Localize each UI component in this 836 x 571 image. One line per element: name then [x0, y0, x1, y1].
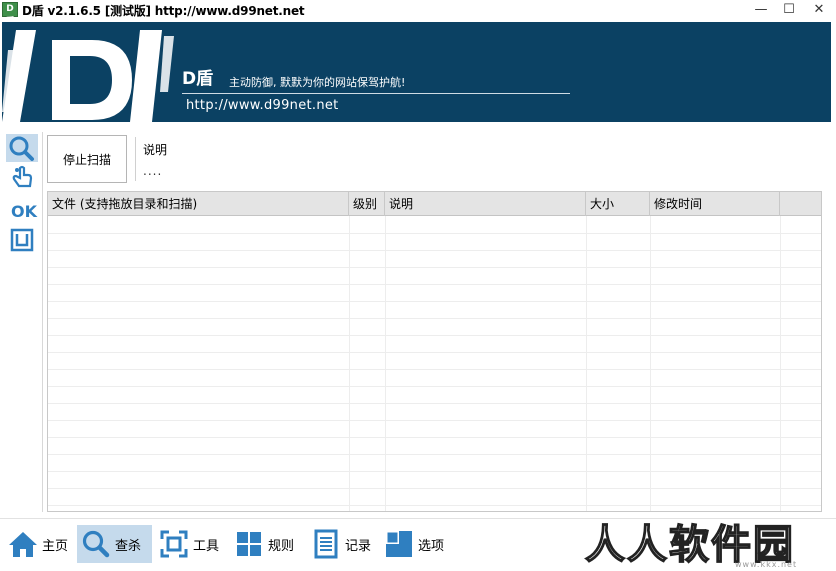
grid-row-line	[48, 437, 821, 438]
nav-item-tools[interactable]: 工具	[155, 525, 223, 563]
nav-item-label: 主页	[42, 538, 69, 554]
grid-row-line	[48, 284, 821, 285]
banner: D盾 主动防御, 默默为你的网站保驾护航! http://www.d99net.…	[2, 22, 831, 122]
tools-icon	[160, 530, 188, 558]
left-tool-hand[interactable]	[6, 164, 38, 192]
scan-icon	[9, 136, 34, 161]
banner-url[interactable]: http://www.d99net.net	[186, 98, 339, 113]
grid-row-line	[48, 233, 821, 234]
column-header-description[interactable]: 说明	[385, 192, 586, 216]
nav-item-home[interactable]: 主页	[4, 525, 72, 563]
hand-icon	[12, 165, 33, 188]
nav-item-label: 记录	[345, 538, 372, 554]
grid-row-line	[48, 386, 821, 387]
left-tool-frame[interactable]	[6, 226, 38, 254]
grid-column-line	[349, 216, 350, 511]
nav-item-log[interactable]: 记录	[307, 525, 375, 563]
left-divider	[42, 132, 43, 512]
nav-item-scan[interactable]: 查杀	[77, 525, 152, 563]
watermark-url: www.kkx.net	[735, 560, 798, 569]
options-icon	[386, 531, 412, 557]
rules-icon	[237, 532, 261, 556]
left-tool-ok[interactable]: OK	[6, 196, 38, 224]
grid-column-line	[780, 216, 781, 511]
column-header-extra[interactable]	[780, 192, 821, 216]
grid-row-line	[48, 250, 821, 251]
d-shield-logo-icon	[2, 30, 174, 122]
description-value: ....	[143, 164, 163, 178]
column-header-file[interactable]: 文件 (支持拖放目录和扫描)	[48, 192, 349, 216]
ok-icon: OK	[11, 202, 38, 221]
banner-divider	[182, 93, 570, 94]
grid-row-line	[48, 318, 821, 319]
watermark-logo: 人人软件园 www.kkx.net	[584, 510, 835, 571]
nav-item-label: 查杀	[115, 538, 142, 554]
home-icon	[9, 532, 37, 557]
minimize-button[interactable]: —	[746, 0, 776, 20]
banner-slogan: 主动防御, 默默为你的网站保驾护航!	[229, 76, 406, 89]
log-icon	[314, 529, 338, 559]
grid-row-line	[48, 267, 821, 268]
grid-column-line	[650, 216, 651, 511]
ok-icon-label: OK	[11, 202, 38, 221]
nav-item-label: 选项	[418, 538, 445, 554]
grid-row-line	[48, 505, 821, 506]
grid-row-line	[48, 369, 821, 370]
left-tool-scan[interactable]	[6, 134, 38, 162]
maximize-button[interactable]: ☐	[774, 0, 804, 20]
grid-row-line	[48, 471, 821, 472]
grid-row-line	[48, 403, 821, 404]
grid-column-line	[385, 216, 386, 511]
grid-row-line	[48, 454, 821, 455]
app-icon: D盾	[2, 2, 18, 27]
grid-row-line	[48, 335, 821, 336]
scan-results-table[interactable]: 文件 (支持拖放目录和扫描) 级别 说明 大小 修改时间	[47, 191, 822, 512]
grid-row-line	[48, 488, 821, 489]
nav-item-rules[interactable]: 规则	[230, 525, 298, 563]
grid-row-line	[48, 420, 821, 421]
window-title: D盾 v2.1.6.5 [测试版] http://www.d99net.net	[22, 4, 305, 18]
nav-item-label: 工具	[193, 538, 220, 554]
grid-column-line	[586, 216, 587, 511]
description-label: 说明	[143, 143, 168, 157]
column-header-modified-time[interactable]: 修改时间	[650, 192, 780, 216]
nav-item-label: 规则	[268, 538, 295, 554]
frame-icon	[10, 228, 34, 252]
nav-item-options[interactable]: 选项	[380, 525, 448, 563]
table-header: 文件 (支持拖放目录和扫描) 级别 说明 大小 修改时间	[48, 192, 821, 216]
grid-row-line	[48, 352, 821, 353]
column-header-size[interactable]: 大小	[586, 192, 650, 216]
grid-row-line	[48, 301, 821, 302]
banner-brand: D盾	[182, 69, 214, 89]
description-divider	[135, 137, 136, 181]
search-icon	[82, 530, 110, 558]
stop-scan-button[interactable]: 停止扫描	[47, 135, 127, 183]
column-header-level[interactable]: 级别	[349, 192, 385, 216]
table-body	[48, 216, 821, 511]
title-bar: D盾 D盾 v2.1.6.5 [测试版] http://www.d99net.n…	[0, 0, 836, 27]
close-button[interactable]: ✕	[804, 0, 834, 20]
